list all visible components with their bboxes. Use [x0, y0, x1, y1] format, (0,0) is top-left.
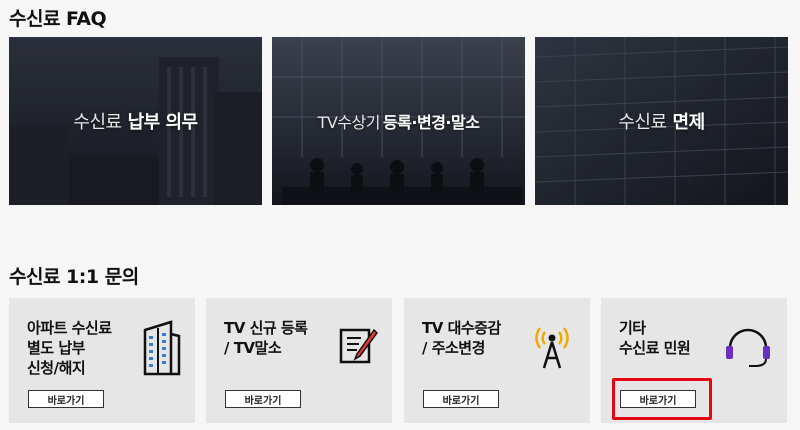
faq-label-bold: 등록·변경·말소 — [382, 113, 480, 132]
inquiry-line: 아파트 수신료 — [27, 319, 112, 337]
faq-card-tv-register[interactable]: TV수상기 등록·변경·말소 — [272, 37, 525, 205]
faq-label-light: 수신료 — [73, 112, 122, 133]
inquiry-card-tv-register: TV 신규 등록 / TV말소 바로가기 — [206, 298, 392, 423]
inquiry-card-other: 기타 수신료 민원 바로가기 — [601, 298, 787, 423]
faq-card-label: 수신료 납부 의무 — [9, 37, 262, 205]
inquiry-line: 별도 납부 — [27, 339, 85, 357]
building-icon — [143, 320, 181, 376]
document-pen-icon — [339, 328, 378, 364]
inquiry-line: / 주소변경 — [422, 339, 485, 357]
faq-section-title: 수신료 FAQ — [9, 8, 107, 30]
inquiry-line: / TV말소 — [224, 339, 282, 357]
inquiry-card-text: 기타 수신료 민원 — [619, 318, 691, 358]
faq-label-bold: 납부 의무 — [127, 112, 199, 133]
go-button[interactable]: 바로가기 — [620, 390, 696, 408]
go-button[interactable]: 바로가기 — [423, 390, 499, 408]
faq-card-payment-duty[interactable]: 수신료 납부 의무 — [9, 37, 262, 205]
go-button[interactable]: 바로가기 — [28, 390, 104, 408]
inquiry-card-text: TV 대수증감 / 주소변경 — [422, 318, 501, 358]
inquiry-line: 수신료 민원 — [619, 339, 691, 357]
inquiry-card-text: 아파트 수신료 별도 납부 신청/해지 — [27, 318, 112, 378]
faq-label-light: 수신료 — [618, 112, 667, 133]
inquiry-card-apartment: 아파트 수신료 별도 납부 신청/해지 바로가기 — [9, 298, 195, 423]
inquiry-card-tv-count-address: TV 대수증감 / 주소변경 바로가기 — [404, 298, 590, 423]
antenna-icon — [535, 327, 569, 369]
inquiry-line: 신청/해지 — [27, 359, 86, 377]
faq-card-exemption[interactable]: 수신료 면제 — [535, 37, 788, 205]
faq-label-bold: 면제 — [672, 112, 706, 133]
faq-card-label: 수신료 면제 — [535, 37, 788, 205]
faq-card-label: TV수상기 등록·변경·말소 — [272, 37, 525, 205]
inquiry-line: TV 대수증감 — [422, 319, 501, 337]
inquiry-line: 기타 — [619, 319, 646, 337]
headset-icon — [726, 328, 770, 367]
inquiry-line: TV 신규 등록 — [224, 319, 308, 337]
go-button[interactable]: 바로가기 — [225, 390, 301, 408]
faq-label-light: TV수상기 — [317, 113, 381, 132]
inquiry-section-title: 수신료 1:1 문의 — [9, 266, 139, 288]
inquiry-card-text: TV 신규 등록 / TV말소 — [224, 318, 308, 358]
